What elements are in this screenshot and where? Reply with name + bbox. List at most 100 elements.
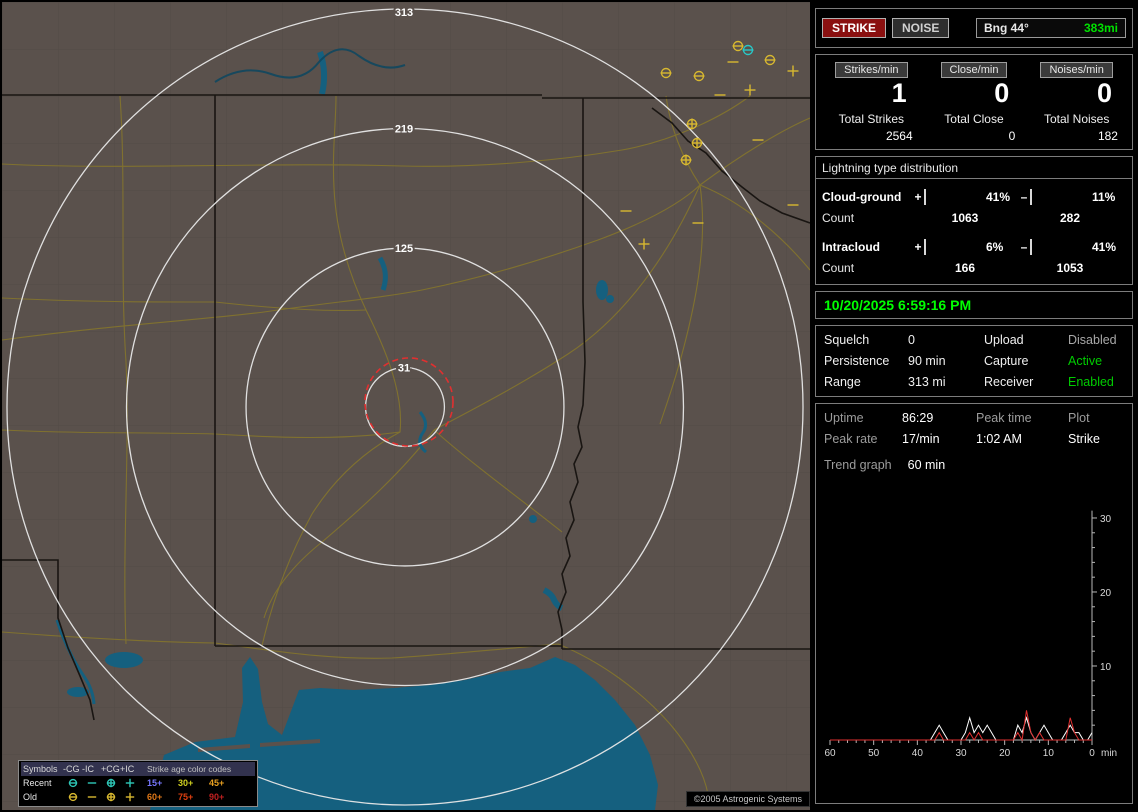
- status-grid: Uptime 86:29 Peak time Plot Peak rate 17…: [824, 411, 1124, 446]
- squelch-label: Squelch: [824, 333, 908, 347]
- side-panel: STRIKE NOISE Bng 44° 383mi Strikes/min C…: [812, 2, 1136, 810]
- legend-age-15: 15+: [147, 778, 178, 788]
- cg-neg-count: 282: [1018, 211, 1122, 225]
- datetime-section: 10/20/2025 6:59:16 PM: [815, 291, 1133, 319]
- upload-status: Disabled: [1068, 333, 1124, 347]
- squelch-value: 0: [908, 333, 984, 347]
- plot-label: Plot: [1068, 411, 1124, 425]
- trend-graph-label: Trend graph: [824, 458, 892, 472]
- peak-rate-label: Peak rate: [824, 432, 902, 446]
- minus-sign: –: [1018, 240, 1030, 254]
- app-window: 31321912531 Symbols -CG -IC +CG +IC Stri…: [0, 0, 1138, 812]
- ic-pos-bar: [924, 239, 926, 255]
- legend-age-60: 60+: [147, 792, 178, 802]
- close-per-min-chip[interactable]: Close/min: [941, 62, 1008, 78]
- legend-symbol-recent-ic-pos-icon: [120, 777, 139, 789]
- uptime-value: 86:29: [902, 411, 976, 425]
- ic-neg-count: 1053: [1018, 261, 1122, 275]
- ic-neg-bar: [1030, 239, 1032, 255]
- legend-col-ic-pos: +IC: [120, 764, 139, 774]
- capture-label: Capture: [984, 354, 1068, 368]
- ic-pos-percent: 6%: [982, 240, 1018, 254]
- settings-section: Squelch 0 Upload Disabled Persistence 90…: [815, 325, 1133, 397]
- range-label: Range: [824, 375, 908, 389]
- svg-text:30: 30: [1100, 514, 1112, 525]
- count-label: Count: [822, 261, 912, 275]
- persistence-label: Persistence: [824, 354, 908, 368]
- intracloud-row: Intracloud + 6% – 41%: [822, 236, 1126, 258]
- strikes-per-min-value: 1: [820, 78, 923, 109]
- legend-age-75: 75+: [178, 792, 209, 802]
- legend-age-title: Strike age color codes: [147, 764, 240, 774]
- receiver-label: Receiver: [984, 375, 1068, 389]
- cg-pos-count: 1063: [912, 211, 1018, 225]
- total-strikes-label: Total Strikes: [820, 112, 923, 126]
- count-label: Count: [822, 211, 912, 225]
- peak-rate-value: 17/min: [902, 432, 976, 446]
- legend-header: Symbols -CG -IC +CG +IC Strike age color…: [21, 762, 255, 776]
- receiver-status: Enabled: [1068, 375, 1124, 389]
- legend-age-90: 90+: [209, 792, 240, 802]
- plot-value: Strike: [1068, 432, 1124, 446]
- cg-pos-percent: 41%: [982, 190, 1018, 204]
- plus-sign: +: [912, 190, 924, 204]
- cg-neg-bar: [1030, 189, 1032, 205]
- range-value: 313 mi: [908, 375, 984, 389]
- distribution-section: Lightning type distribution Cloud-ground…: [815, 156, 1133, 285]
- total-noises-value: 182: [1025, 129, 1128, 143]
- legend-symbol-recent-cg-pos-icon: [101, 777, 120, 789]
- legend-row-old: Old 60+ 75+ 90+: [21, 790, 255, 804]
- legend-symbol-old-ic-pos-icon: [120, 791, 139, 803]
- svg-text:20: 20: [999, 748, 1011, 759]
- legend-symbol-old-cg-neg-icon: [63, 791, 82, 803]
- ic-pos-count: 166: [912, 261, 1018, 275]
- strikes-per-min-chip[interactable]: Strikes/min: [835, 62, 907, 78]
- noises-per-min-value: 0: [1025, 78, 1128, 109]
- svg-text:min: min: [1101, 748, 1117, 759]
- minus-sign: –: [1018, 190, 1030, 204]
- intracloud-label: Intracloud: [822, 240, 912, 254]
- rate-value-row: 1 0 0: [820, 78, 1128, 109]
- rate-stats-section: Strikes/min Close/min Noises/min 1 0 0 T…: [815, 54, 1133, 150]
- legend-old-label: Old: [21, 792, 63, 802]
- map-canvas[interactable]: 31321912531: [2, 2, 810, 810]
- strike-button[interactable]: STRIKE: [822, 18, 886, 38]
- noise-button[interactable]: NOISE: [892, 18, 949, 38]
- status-trend-section: Uptime 86:29 Peak time Plot Peak rate 17…: [815, 403, 1133, 804]
- uptime-label: Uptime: [824, 411, 902, 425]
- legend-recent-label: Recent: [21, 778, 63, 788]
- cloud-ground-label: Cloud-ground: [822, 190, 912, 204]
- intracloud-count-row: Count 166 1053: [822, 258, 1126, 278]
- trend-graph-row: Trend graph 60 min: [824, 458, 1124, 472]
- legend-age-45: 45+: [209, 778, 240, 788]
- legend-col-cg-pos: +CG: [101, 764, 120, 774]
- peak-time-label: Peak time: [976, 411, 1068, 425]
- map[interactable]: 31321912531 Symbols -CG -IC +CG +IC Stri…: [2, 2, 810, 810]
- svg-text:10: 10: [1100, 662, 1112, 673]
- svg-text:30: 30: [955, 748, 967, 759]
- total-close-value: 0: [923, 129, 1026, 143]
- trend-chart: 1020306050403020100min: [824, 476, 1130, 796]
- legend-symbols-title: Symbols: [21, 764, 63, 774]
- upload-label: Upload: [984, 333, 1068, 347]
- noises-per-min-chip[interactable]: Noises/min: [1040, 62, 1112, 78]
- cloud-ground-count-row: Count 1063 282: [822, 208, 1126, 228]
- bearing-box: Bng 44° 383mi: [976, 18, 1126, 38]
- legend-symbol-old-cg-pos-icon: [101, 791, 120, 803]
- distribution-body: Cloud-ground + 41% – 11% Count 1063 282 …: [816, 179, 1132, 284]
- bearing-label: Bng 44°: [984, 21, 1029, 35]
- legend-symbol-old-ic-neg-icon: [82, 791, 101, 803]
- svg-text:313: 313: [395, 7, 413, 19]
- plus-sign: +: [912, 240, 924, 254]
- cg-neg-percent: 11%: [1088, 190, 1122, 204]
- persistence-value: 90 min: [908, 354, 984, 368]
- legend-col-cg-neg: -CG: [63, 764, 82, 774]
- svg-text:20: 20: [1100, 588, 1112, 599]
- map-legend: Symbols -CG -IC +CG +IC Strike age color…: [18, 760, 258, 807]
- totals-value-row: 2564 0 182: [820, 126, 1128, 143]
- close-per-min-value: 0: [923, 78, 1026, 109]
- svg-text:125: 125: [395, 243, 413, 255]
- totals-label-row: Total Strikes Total Close Total Noises: [820, 109, 1128, 126]
- legend-col-ic-neg: -IC: [82, 764, 101, 774]
- legend-age-30: 30+: [178, 778, 209, 788]
